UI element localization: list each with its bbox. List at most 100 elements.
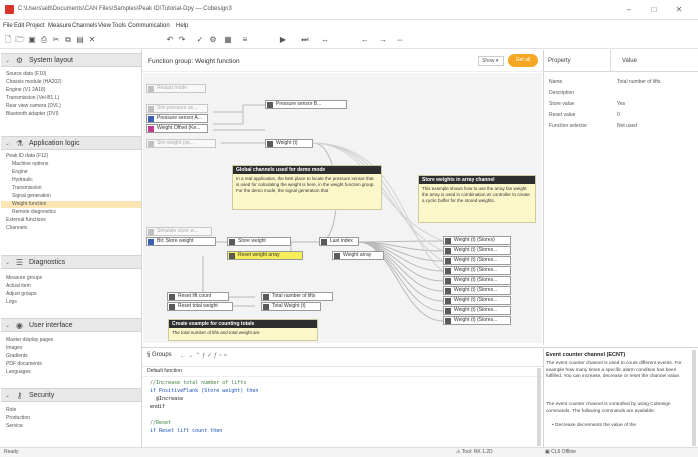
play-icon[interactable]: ▶ bbox=[278, 35, 288, 45]
block-total-weight[interactable]: Total Weight (t) bbox=[261, 302, 321, 311]
menu-tools[interactable]: Tools bbox=[112, 23, 126, 29]
open-file-icon[interactable]: 🗁 bbox=[15, 35, 25, 45]
copy-icon[interactable]: ⧉ bbox=[63, 35, 73, 45]
tree-item[interactable]: Engine bbox=[12, 169, 28, 176]
block-weight-output[interactable]: Weight (t) (Stores... bbox=[443, 306, 511, 315]
block-weight-output[interactable]: Weight (t) (Stores... bbox=[443, 316, 511, 325]
fit-icon[interactable]: ↔ bbox=[320, 35, 330, 45]
section-diagnostics[interactable]: ⌄ ☰ Diagnostics bbox=[1, 255, 141, 269]
link-icon[interactable]: ⇔ bbox=[395, 35, 405, 45]
code-editor[interactable] bbox=[142, 376, 543, 446]
menu-project[interactable]: Project bbox=[26, 23, 45, 29]
block-weight-offset[interactable]: Weight Offset (Ke... bbox=[146, 124, 208, 133]
tree-item-selected[interactable]: Weight function bbox=[12, 201, 46, 208]
cut-icon[interactable]: ✂ bbox=[51, 35, 61, 45]
section-application-logic[interactable]: ⌄ ⚗ Application logic bbox=[1, 136, 141, 150]
property-value[interactable]: Not used bbox=[617, 123, 637, 129]
tree-item[interactable]: Logs bbox=[6, 299, 17, 306]
tree-item[interactable]: Rear view camera (DVL) bbox=[6, 103, 61, 110]
align-icon[interactable]: ≡ bbox=[240, 35, 250, 45]
tree-item[interactable]: Signal generation bbox=[12, 193, 51, 200]
block-reset-total-weight[interactable]: Reset total weight bbox=[167, 302, 233, 311]
tab-groups[interactable]: § Groups bbox=[147, 352, 172, 358]
undo-icon[interactable]: ↶ bbox=[165, 35, 175, 45]
block-weight-output[interactable]: Weight (t) (Stores... bbox=[443, 256, 511, 265]
section-user-interface[interactable]: ⌄ ◉ User interface bbox=[1, 318, 141, 332]
block-total-lifts[interactable]: Total number of lifts bbox=[261, 292, 333, 301]
tree-item[interactable]: Transmission (Vel-B1 L) bbox=[6, 95, 59, 102]
maximize-button[interactable]: □ bbox=[643, 3, 665, 17]
note-global-channels[interactable]: Global channels used for demo mode In a … bbox=[232, 165, 382, 210]
tree-item[interactable]: Actual item bbox=[6, 283, 31, 290]
menu-channels[interactable]: Channels bbox=[72, 23, 97, 29]
tree-item[interactable]: Machine options bbox=[12, 161, 48, 168]
paste-icon[interactable]: ▤ bbox=[75, 35, 85, 45]
section-security[interactable]: ⌄ ⚷ Security bbox=[1, 388, 141, 402]
property-value[interactable]: Yes bbox=[617, 101, 625, 107]
tree-item[interactable]: Channels bbox=[6, 225, 27, 232]
tree-item[interactable]: Source data (F10) bbox=[6, 71, 46, 78]
property-value[interactable]: 0 bbox=[617, 112, 620, 118]
block-reset-weight-array[interactable]: Reset weight array bbox=[227, 251, 303, 260]
settings-icon[interactable]: ⚙ bbox=[208, 35, 218, 45]
grid-icon[interactable]: ▦ bbox=[223, 35, 233, 45]
block-reset-lift-count[interactable]: Reset lift count bbox=[167, 292, 229, 301]
tree-item[interactable]: Languages bbox=[6, 369, 31, 376]
menu-communication[interactable]: Communication bbox=[128, 23, 170, 29]
editor-scrollbar[interactable] bbox=[537, 368, 541, 446]
forward-icon[interactable]: → bbox=[378, 35, 388, 45]
block-weight-kt[interactable]: Weight (t) bbox=[265, 139, 313, 148]
block-last-index[interactable]: Last index bbox=[319, 237, 359, 246]
delete-icon[interactable]: ✕ bbox=[87, 35, 97, 45]
back-icon[interactable]: ← bbox=[360, 35, 370, 45]
tree-item[interactable]: Engine (V1 2A18) bbox=[6, 87, 45, 94]
note-store-weights[interactable]: Store weights in array channel This exam… bbox=[418, 175, 536, 223]
tree-item[interactable]: Bluetooth adapter (DVI) bbox=[6, 111, 59, 118]
block-weight-output[interactable]: Weight (t) (Stores... bbox=[443, 286, 511, 295]
tree-item[interactable]: Hydraulic bbox=[12, 177, 33, 184]
action-button[interactable]: Get all bbox=[508, 54, 538, 67]
menu-file[interactable]: File bbox=[3, 23, 13, 29]
tree-item[interactable]: External functions bbox=[6, 217, 46, 224]
redo-icon[interactable]: ↷ bbox=[177, 35, 187, 45]
tree-item[interactable]: Role bbox=[6, 407, 16, 414]
block-pressure-sensor-b[interactable]: Pressure sensor B... bbox=[265, 100, 347, 109]
minimize-button[interactable]: – bbox=[618, 3, 640, 17]
menu-measure[interactable]: Measure bbox=[48, 23, 71, 29]
note-counting[interactable]: Create example for counting totals The t… bbox=[168, 319, 318, 341]
section-system-layout[interactable]: ⌄ ⚙ System layout bbox=[1, 53, 141, 67]
tree-item[interactable]: Service bbox=[6, 423, 23, 430]
block-simulate-store[interactable]: Simulate store w... bbox=[146, 227, 212, 236]
tree-item[interactable]: Gradients bbox=[6, 353, 28, 360]
block-weight-output[interactable]: Weight (t) (Stores) bbox=[443, 236, 511, 245]
tree-item[interactable]: Transmission bbox=[12, 185, 42, 192]
block-sim-weight[interactable]: Sim weight (sp... bbox=[146, 139, 216, 148]
tree-item[interactable]: Adjust groups bbox=[6, 291, 37, 298]
check-icon[interactable]: ✓ bbox=[195, 35, 205, 45]
editor-tools[interactable]: ← → ⌃ ƒ ✓ ƒ ~ ≈ bbox=[180, 352, 227, 359]
block-weight-output[interactable]: Weight (t) (Stores... bbox=[443, 266, 511, 275]
block-weight-output[interactable]: Weight (t) (Stores... bbox=[443, 246, 511, 255]
block-restart-mode[interactable]: Restart mode bbox=[146, 84, 206, 93]
block-bit-store-weight[interactable]: Bit: Store weight bbox=[146, 237, 216, 246]
tree-item[interactable]: Chassis module (HA202) bbox=[6, 79, 62, 86]
new-file-icon[interactable]: 🗋 bbox=[3, 35, 13, 45]
view-select[interactable]: Show ▾ bbox=[478, 56, 504, 66]
block-weight-array[interactable]: Weight array bbox=[332, 251, 384, 260]
close-button[interactable]: ✕ bbox=[668, 3, 690, 17]
save-icon[interactable]: ▣ bbox=[27, 35, 37, 45]
block-pressure-sensor-a[interactable]: Pressure sensor A... bbox=[146, 114, 208, 123]
tree-item[interactable]: Production bbox=[6, 415, 30, 422]
tree-item[interactable]: PDF documents bbox=[6, 361, 42, 368]
help-scrollbar[interactable] bbox=[692, 350, 696, 446]
block-weight-output[interactable]: Weight (t) (Stores... bbox=[443, 296, 511, 305]
menu-view[interactable]: View bbox=[98, 23, 111, 29]
menu-help[interactable]: Help bbox=[176, 23, 188, 29]
property-value[interactable]: Total number of lifts bbox=[617, 79, 660, 85]
tree-item[interactable]: Remote diagnostics bbox=[12, 209, 56, 216]
menu-edit[interactable]: Edit bbox=[14, 23, 24, 29]
tree-item[interactable]: Master display pages bbox=[6, 337, 53, 344]
block-store-weight[interactable]: Store weight bbox=[227, 237, 291, 246]
step-icon[interactable]: ⏭ bbox=[300, 35, 310, 45]
tree-item[interactable]: Images bbox=[6, 345, 22, 352]
